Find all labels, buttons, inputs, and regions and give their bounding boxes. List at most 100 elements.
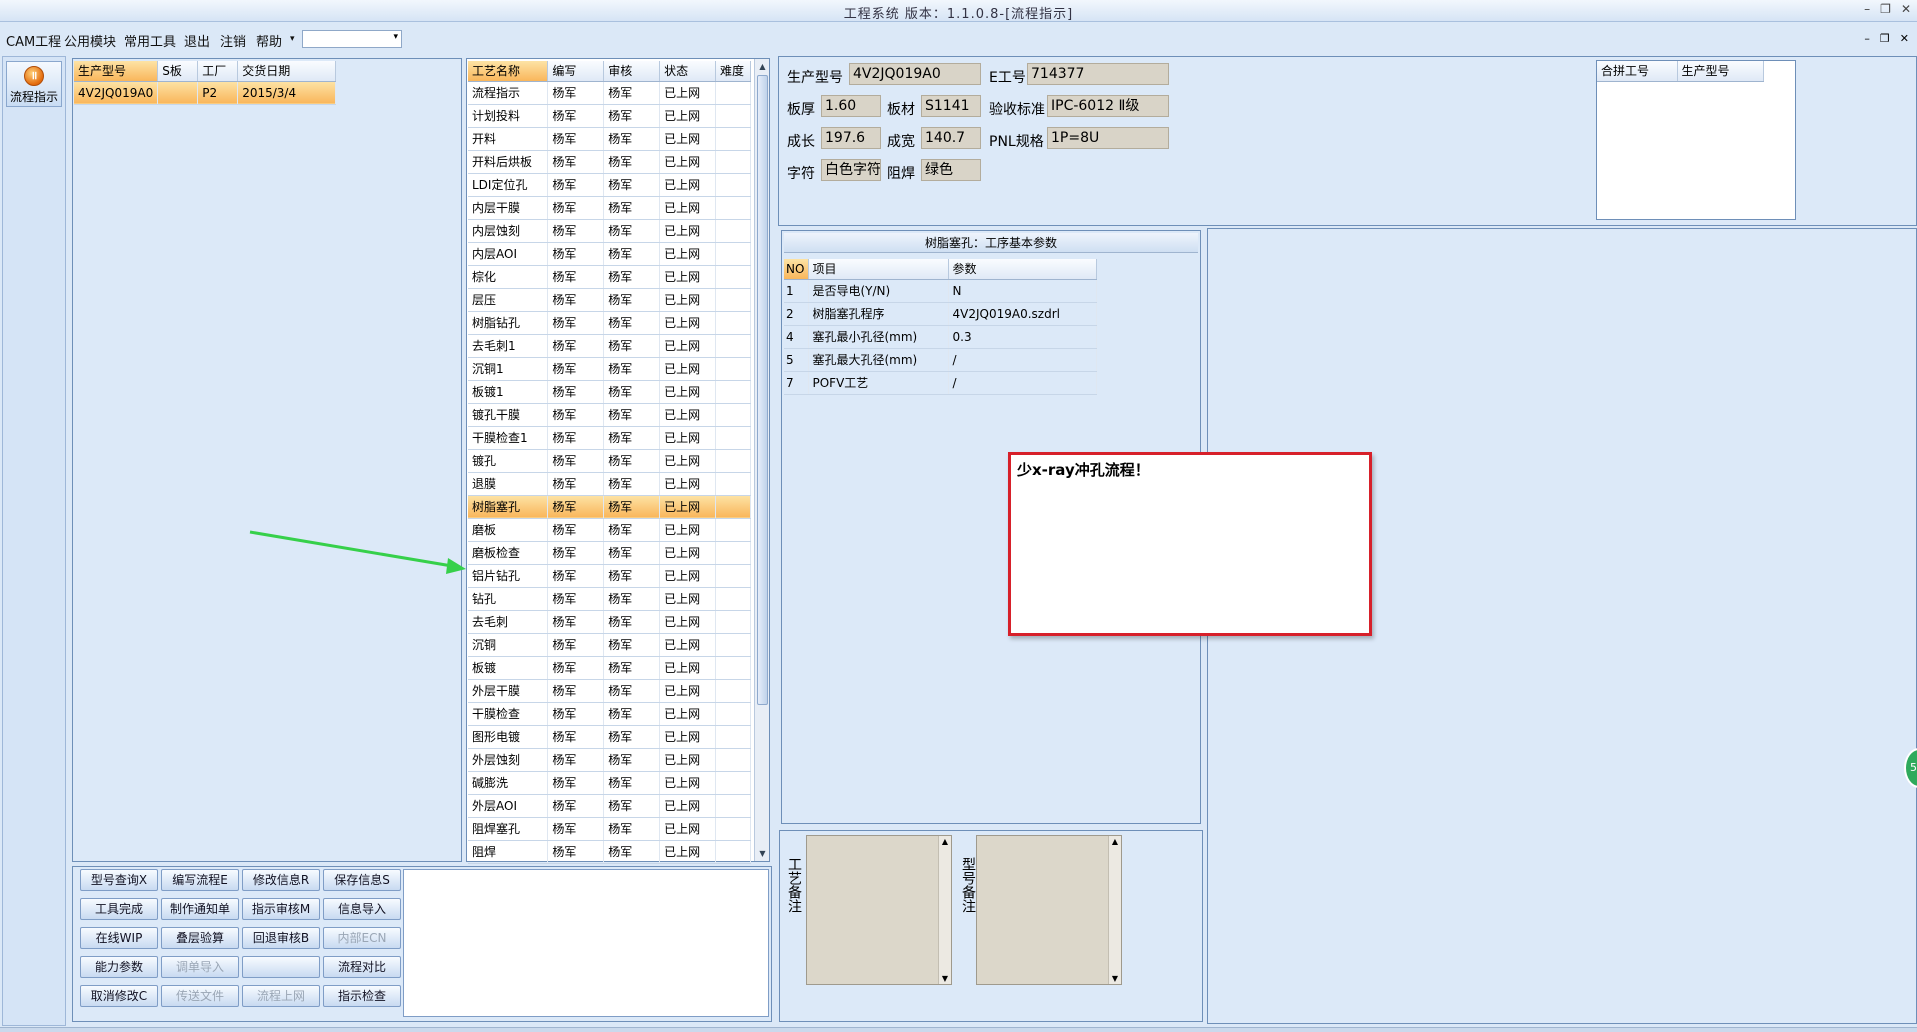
- difficulty-cell[interactable]: [715, 656, 752, 680]
- table-row[interactable]: 碱膨洗 杨军 杨军 已上网: [468, 771, 752, 795]
- author-cell[interactable]: 杨军: [547, 587, 605, 611]
- param-item-cell[interactable]: 是否导电(Y/N): [808, 279, 949, 303]
- status-cell[interactable]: 已上网: [659, 748, 716, 772]
- author-cell[interactable]: 杨军: [547, 449, 605, 473]
- action-button[interactable]: [242, 956, 320, 978]
- thickness-field[interactable]: 1.60: [821, 95, 881, 117]
- status-cell[interactable]: 已上网: [659, 81, 716, 105]
- reviewer-cell[interactable]: 杨军: [603, 242, 661, 266]
- table-row[interactable]: 沉铜 杨军 杨军 已上网: [468, 633, 752, 657]
- status-cell[interactable]: 已上网: [659, 587, 716, 611]
- table-row[interactable]: 内层蚀刻 杨军 杨军 已上网: [468, 219, 752, 243]
- reviewer-cell[interactable]: 杨军: [603, 150, 661, 174]
- status-cell[interactable]: 已上网: [659, 242, 716, 266]
- difficulty-cell[interactable]: [715, 541, 752, 565]
- status-cell[interactable]: 已上网: [659, 771, 716, 795]
- table-row[interactable]: 内层干膜 杨军 杨军 已上网: [468, 196, 752, 220]
- table-row[interactable]: LDI定位孔 杨军 杨军 已上网: [468, 173, 752, 197]
- process-name-cell[interactable]: 钻孔: [468, 587, 549, 611]
- status-cell[interactable]: 已上网: [659, 449, 716, 473]
- difficulty-cell[interactable]: [715, 334, 752, 358]
- process-header[interactable]: 工艺名称: [468, 61, 549, 82]
- status-cell[interactable]: 已上网: [659, 633, 716, 657]
- process-header[interactable]: 难度: [715, 61, 752, 82]
- difficulty-cell[interactable]: [715, 196, 752, 220]
- action-button[interactable]: 指示审核M: [242, 898, 320, 920]
- table-row[interactable]: 树脂塞孔 杨军 杨军 已上网: [468, 495, 752, 519]
- reviewer-cell[interactable]: 杨军: [603, 725, 661, 749]
- author-cell[interactable]: 杨军: [547, 173, 605, 197]
- author-cell[interactable]: 杨军: [547, 610, 605, 634]
- difficulty-cell[interactable]: [715, 357, 752, 381]
- table-row[interactable]: 磨板 杨军 杨军 已上网: [468, 518, 752, 542]
- table-row[interactable]: 干膜检查 杨军 杨军 已上网: [468, 702, 752, 726]
- table-row[interactable]: 7 POFV工艺 /: [784, 371, 1097, 395]
- order-date-cell[interactable]: 2015/3/4: [237, 81, 337, 105]
- status-cell[interactable]: 已上网: [659, 334, 716, 358]
- minimize-button[interactable]: –: [1864, 2, 1870, 16]
- status-cell[interactable]: 已上网: [659, 219, 716, 243]
- reviewer-cell[interactable]: 杨军: [603, 357, 661, 381]
- scroll-down-icon[interactable]: ▼: [755, 846, 770, 861]
- table-row[interactable]: 开料 杨军 杨军 已上网: [468, 127, 752, 151]
- difficulty-cell[interactable]: [715, 449, 752, 473]
- process-name-cell[interactable]: 磨板检查: [468, 541, 549, 565]
- author-cell[interactable]: 杨军: [547, 518, 605, 542]
- param-value-cell[interactable]: /: [948, 371, 1097, 395]
- action-button[interactable]: 流程对比: [323, 956, 401, 978]
- table-row[interactable]: 外层蚀刻 杨军 杨军 已上网: [468, 748, 752, 772]
- process-name-cell[interactable]: 板镀: [468, 656, 549, 680]
- char-field[interactable]: 白色字符: [821, 159, 881, 181]
- table-row[interactable]: 铝片钻孔 杨军 杨军 已上网: [468, 564, 752, 588]
- status-cell[interactable]: 已上网: [659, 518, 716, 542]
- action-button[interactable]: 调单导入: [161, 956, 239, 978]
- process-name-cell[interactable]: 流程指示: [468, 81, 549, 105]
- reviewer-cell[interactable]: 杨军: [603, 587, 661, 611]
- orders-header[interactable]: 生产型号: [74, 61, 159, 82]
- author-cell[interactable]: 杨军: [547, 495, 605, 519]
- param-value-cell[interactable]: 4V2JQ019A0.szdrl: [948, 302, 1097, 326]
- menu-tools[interactable]: 常用工具: [124, 31, 176, 50]
- author-cell[interactable]: 杨军: [547, 817, 605, 841]
- table-row[interactable]: 层压 杨军 杨军 已上网: [468, 288, 752, 312]
- process-name-cell[interactable]: 沉铜1: [468, 357, 549, 381]
- process-name-cell[interactable]: 去毛刺1: [468, 334, 549, 358]
- table-row[interactable]: 外层AOI 杨军 杨军 已上网: [468, 794, 752, 818]
- author-cell[interactable]: 杨军: [547, 725, 605, 749]
- status-cell[interactable]: 已上网: [659, 656, 716, 680]
- action-button[interactable]: 流程上网: [242, 985, 320, 1007]
- table-row[interactable]: 镀孔 杨军 杨军 已上网: [468, 449, 752, 473]
- reviewer-cell[interactable]: 杨军: [603, 495, 661, 519]
- scroll-up-icon[interactable]: ▲: [755, 59, 770, 74]
- author-cell[interactable]: 杨军: [547, 472, 605, 496]
- table-row[interactable]: 4 塞孔最小孔径(mm) 0.3: [784, 325, 1097, 349]
- mdi-minimize-button[interactable]: –: [1864, 32, 1870, 45]
- table-row[interactable]: 棕化 杨军 杨军 已上网: [468, 265, 752, 289]
- status-cell[interactable]: 已上网: [659, 104, 716, 128]
- close-button[interactable]: ✕: [1901, 2, 1911, 16]
- process-name-cell[interactable]: 内层干膜: [468, 196, 549, 220]
- difficulty-cell[interactable]: [715, 495, 752, 519]
- status-cell[interactable]: 已上网: [659, 564, 716, 588]
- action-button[interactable]: 编写流程E: [161, 869, 239, 891]
- param-no-cell[interactable]: 1: [784, 279, 809, 303]
- process-name-cell[interactable]: 去毛刺: [468, 610, 549, 634]
- reviewer-cell[interactable]: 杨军: [603, 748, 661, 772]
- author-cell[interactable]: 杨军: [547, 679, 605, 703]
- author-cell[interactable]: 杨军: [547, 334, 605, 358]
- menu-help-arrow-icon[interactable]: ▾: [290, 34, 295, 44]
- process-name-cell[interactable]: 外层干膜: [468, 679, 549, 703]
- scroll-up-icon[interactable]: ▲: [1109, 837, 1121, 846]
- scroll-thumb[interactable]: [757, 75, 768, 705]
- author-cell[interactable]: 杨军: [547, 541, 605, 565]
- difficulty-cell[interactable]: [715, 748, 752, 772]
- table-row[interactable]: 外层干膜 杨军 杨军 已上网: [468, 679, 752, 703]
- author-cell[interactable]: 杨军: [547, 104, 605, 128]
- param-item-cell[interactable]: 塞孔最大孔径(mm): [808, 348, 949, 372]
- table-row[interactable]: 流程指示 杨军 杨军 已上网: [468, 81, 752, 105]
- merge-header[interactable]: 合拼工号: [1597, 61, 1678, 82]
- difficulty-cell[interactable]: [715, 794, 752, 818]
- status-cell[interactable]: 已上网: [659, 472, 716, 496]
- status-cell[interactable]: 已上网: [659, 702, 716, 726]
- table-row[interactable]: 计划投料 杨军 杨军 已上网: [468, 104, 752, 128]
